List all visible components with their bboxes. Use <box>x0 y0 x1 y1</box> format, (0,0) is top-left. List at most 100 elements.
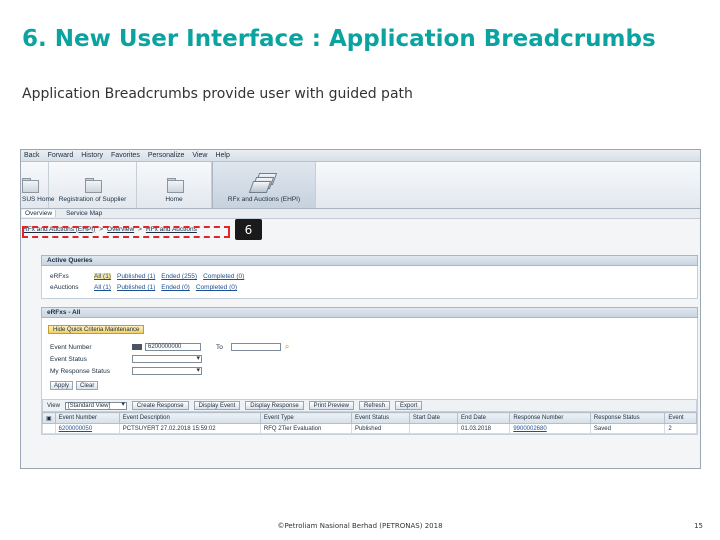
display-response-button[interactable]: Display Response <box>245 401 304 410</box>
nav-item-label: Registration of Supplier <box>58 196 127 203</box>
documents-stack-icon <box>248 173 278 193</box>
menu-personalize[interactable]: Personalize <box>148 152 185 159</box>
event-status-row: Event Status <box>50 353 689 365</box>
query-link-ended[interactable]: Ended (0) <box>161 284 190 291</box>
table-cell: Published <box>350 423 410 434</box>
callout-badge: 6 <box>235 219 262 240</box>
nav-item-registration[interactable]: Registration of Supplier <box>49 162 137 208</box>
column-header[interactable]: Event <box>664 412 697 424</box>
folder-icon <box>166 178 184 193</box>
event-number-label: Event Number <box>50 343 92 351</box>
event-number-row: Event Number 6200000000 To ⌕ <box>50 341 689 353</box>
options-icon[interactable] <box>132 344 142 350</box>
subnav-service-map[interactable]: Service Map <box>66 210 102 217</box>
page-number: 15 <box>694 522 703 530</box>
result-toolbar: View [Standard View] Create Response Dis… <box>42 399 697 412</box>
main-content: Active Queries eRFxs All (1) Published (… <box>41 255 698 467</box>
table-cell: 2 <box>664 423 697 434</box>
criteria-form: Event Number 6200000000 To ⌕ Event Statu… <box>42 336 697 396</box>
event-status-label: Event Status <box>50 355 87 363</box>
form-actions: Apply Clear <box>50 379 689 391</box>
list-title: eRFxs - All <box>41 307 698 318</box>
menu-back[interactable]: Back <box>24 152 40 159</box>
query-row-label: eAuctions <box>50 284 79 291</box>
nav-item-home[interactable]: Home <box>137 162 212 208</box>
menu-favorites[interactable]: Favorites <box>111 152 140 159</box>
slide-subtitle: Application Breadcrumbs provide user wit… <box>22 86 413 102</box>
table-cell[interactable]: 9900002680 <box>509 423 591 434</box>
events-table: ▣ Event Number Event Description Event T… <box>42 412 697 434</box>
event-number-to-field[interactable] <box>230 343 281 351</box>
column-header[interactable]: Event Type <box>259 412 352 424</box>
nav-item-sus-home[interactable]: SUS Home <box>21 162 55 208</box>
table-cell <box>408 423 458 434</box>
slide-footer: ©Petroliam Nasional Berhad (PETRONAS) 20… <box>277 522 443 530</box>
query-link-completed[interactable]: Completed (0) <box>203 273 244 280</box>
query-link-published[interactable]: Published (1) <box>117 273 155 280</box>
event-number-link[interactable]: 6200000050 <box>59 426 92 432</box>
table-cell: RFQ 2Tier Evaluation <box>259 423 352 434</box>
slide-title: 6. New User Interface : Application Brea… <box>22 26 656 52</box>
table-settings-icon[interactable]: ▣ <box>46 416 52 422</box>
event-number-field[interactable]: 6200000000 <box>145 343 201 351</box>
select-all-cell[interactable]: ▣ <box>42 412 56 424</box>
table-header-row: ▣ Event Number Event Description Event T… <box>42 412 697 424</box>
to-label: To <box>216 343 223 351</box>
export-button[interactable]: Export <box>395 401 423 410</box>
event-status-select[interactable] <box>132 354 202 363</box>
query-row-erfxs: eRFxs All (1) Published (1) Ended (255) … <box>50 271 689 282</box>
column-header[interactable]: Response Status <box>589 412 666 424</box>
view-label: View <box>47 402 60 409</box>
sap-screenshot: Back Forward History Favorites Personali… <box>20 149 701 469</box>
sub-navigation: Overview Service Map <box>21 209 700 219</box>
nav-item-label: Home <box>165 196 183 203</box>
query-link-all[interactable]: All (1) <box>94 273 111 280</box>
column-header[interactable]: Event Status <box>350 412 410 424</box>
table-cell: PCTSUYERT 27.02.2018 15:59:02 <box>118 423 261 434</box>
query-link-published[interactable]: Published (1) <box>117 284 155 291</box>
query-row-label: eRFxs <box>50 273 69 280</box>
query-row-eauctions: eAuctions All (1) Published (1) Ended (0… <box>50 282 689 293</box>
table-row[interactable]: 6200000050 PCTSUYERT 27.02.2018 15:59:02… <box>42 423 697 434</box>
active-queries-header: Active Queries <box>41 255 698 266</box>
table-cell: 01.03.2018 <box>456 423 511 434</box>
menu-help[interactable]: Help <box>215 152 229 159</box>
browser-menubar: Back Forward History Favorites Personali… <box>21 150 700 162</box>
apply-button[interactable]: Apply <box>50 380 74 390</box>
create-response-button[interactable]: Create Response <box>131 401 189 410</box>
column-header[interactable]: Start Date <box>408 412 458 424</box>
active-queries-panel: eRFxs All (1) Published (1) Ended (255) … <box>41 266 698 299</box>
column-header[interactable]: Event Description <box>118 412 261 424</box>
nav-item-rfx-auctions[interactable]: RFx and Auctions (EHPI) <box>212 162 316 208</box>
nav-item-label: RFx and Auctions (EHPI) <box>227 196 301 203</box>
top-navigation: SUS Home Registration of Supplier Home R… <box>21 162 700 209</box>
breadcrumb-highlight-box <box>22 226 230 238</box>
row-selector[interactable] <box>42 423 56 434</box>
clear-button[interactable]: Clear <box>76 380 99 390</box>
response-status-select[interactable] <box>132 366 202 375</box>
response-status-label: My Response Status <box>50 367 110 375</box>
table-cell: Saved <box>589 423 666 434</box>
folder-icon <box>22 178 39 193</box>
hide-criteria-button[interactable]: Hide Quick Criteria Maintenance <box>48 325 145 334</box>
list-panel: Hide Quick Criteria Maintenance Event Nu… <box>41 318 698 435</box>
query-link-completed[interactable]: Completed (0) <box>196 284 237 291</box>
query-link-ended[interactable]: Ended (255) <box>161 273 197 280</box>
table-cell[interactable]: 6200000050 <box>54 423 120 434</box>
column-header[interactable]: End Date <box>456 412 511 424</box>
column-header[interactable]: Response Number <box>509 412 591 424</box>
view-select[interactable]: [Standard View] <box>64 401 127 410</box>
column-header[interactable]: Event Number <box>54 412 120 424</box>
menu-history[interactable]: History <box>81 152 103 159</box>
refresh-button[interactable]: Refresh <box>359 401 391 410</box>
subnav-overview[interactable]: Overview <box>22 210 57 217</box>
query-link-all[interactable]: All (1) <box>94 284 111 291</box>
folder-icon <box>85 178 102 193</box>
menu-forward[interactable]: Forward <box>48 152 74 159</box>
display-event-button[interactable]: Display Event <box>193 401 241 410</box>
search-help-icon[interactable]: ⌕ <box>285 342 289 352</box>
response-number-link[interactable]: 9900002680 <box>513 426 546 432</box>
response-status-row: My Response Status <box>50 365 689 377</box>
menu-view[interactable]: View <box>192 152 207 159</box>
print-preview-button[interactable]: Print Preview <box>308 401 354 410</box>
